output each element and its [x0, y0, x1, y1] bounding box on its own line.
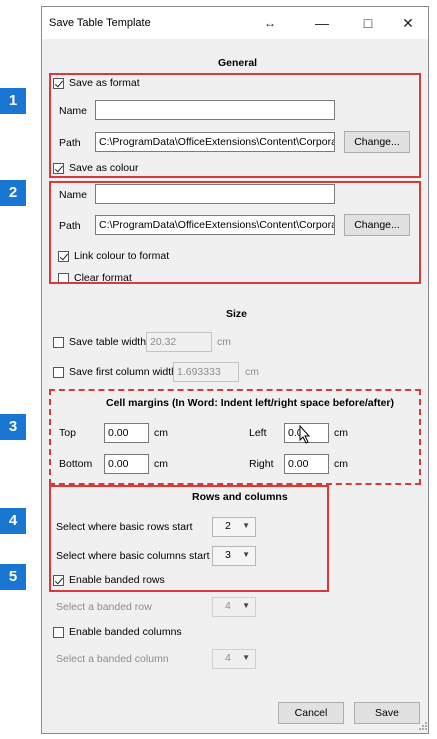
table-width-unit: cm [217, 336, 231, 348]
general-heading: General [218, 57, 258, 69]
banded-column-label: Select a banded column [56, 653, 169, 665]
chevron-down-icon: ▼ [242, 601, 250, 610]
window-title: Save Table Template [49, 17, 151, 29]
chevron-down-icon: ▼ [242, 653, 250, 662]
first-column-width-input[interactable]: 1.693333 [173, 362, 239, 382]
annotation-badge-3: 3 [0, 414, 26, 440]
annotation-badge-4: 4 [0, 508, 26, 534]
annotation-badge-5: 5 [0, 564, 26, 590]
enable-banded-columns-checkbox[interactable] [53, 627, 64, 638]
banded-row-value: 4 [225, 600, 231, 612]
resize-cursor-icon: ↔ [264, 16, 276, 30]
save-button[interactable]: Save [354, 702, 420, 724]
highlight-box-2 [49, 181, 421, 284]
banded-row-label: Select a banded row [56, 601, 152, 613]
save-first-column-width-label: Save first column width [69, 366, 177, 378]
table-width-input[interactable]: 20.32 [146, 332, 212, 352]
cancel-button[interactable]: Cancel [278, 702, 344, 724]
highlight-box-4-5 [49, 485, 329, 592]
maximize-button[interactable]: □ [356, 11, 380, 35]
highlight-box-3 [49, 389, 421, 485]
title-bar[interactable]: Save Table Template ↔ — □ ✕ [42, 7, 428, 39]
first-column-width-unit: cm [245, 366, 259, 378]
save-table-width-checkbox[interactable] [53, 337, 64, 348]
save-first-column-width-checkbox[interactable] [53, 367, 64, 378]
annotation-badge-2: 2 [0, 180, 26, 206]
resize-grip-icon[interactable] [416, 721, 428, 733]
highlight-box-1 [49, 73, 421, 178]
banded-column-select[interactable]: 4 ▼ [212, 649, 256, 669]
banded-column-value: 4 [225, 652, 231, 664]
banded-row-select[interactable]: 4 ▼ [212, 597, 256, 617]
size-heading: Size [226, 308, 248, 320]
minimize-button[interactable]: — [310, 11, 334, 35]
save-table-width-label: Save table width [69, 336, 147, 348]
annotation-badge-1: 1 [0, 88, 26, 114]
close-button[interactable]: ✕ [396, 11, 420, 35]
enable-banded-columns-label: Enable banded columns [69, 626, 182, 638]
